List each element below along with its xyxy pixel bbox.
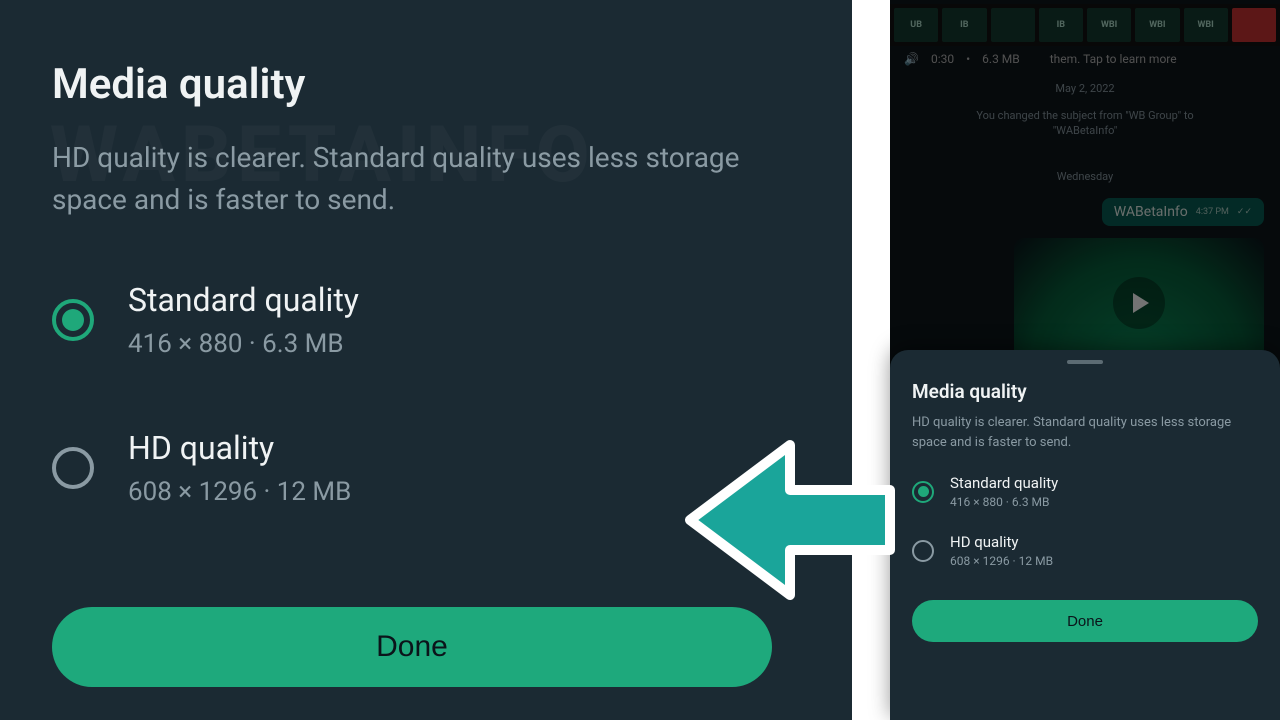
option-label: HD quality [128,429,351,467]
play-icon [1133,293,1149,313]
thumb-icon: WBI [1184,8,1228,42]
day-label: Wednesday [1057,170,1114,183]
thumb-icon: WBI [1087,8,1131,42]
media-quality-sheet: Media quality HD quality is clearer. Sta… [890,350,1280,720]
arrow-left-icon [670,430,910,610]
dialog-title: Media quality [52,60,800,109]
audio-time: 0:30 [931,52,954,66]
option-label: Standard quality [128,281,359,319]
option-text: Standard quality 416 × 880 · 6.3 MB [950,474,1058,509]
option-standard[interactable]: Standard quality 416 × 880 · 6.3 MB [52,281,800,359]
audio-meta: 🔊 0:30 • 6.3 MB them. Tap to learn more [904,52,1177,66]
radio-selected-icon [52,299,94,341]
date-label: May 2, 2022 [1055,82,1114,95]
bubble-text: WABetaInfo [1114,204,1188,220]
thumb-icon [991,8,1035,42]
bubble-time: 4:37 PM [1196,207,1229,217]
media-thumbnail[interactable] [1014,238,1264,368]
option-detail: 608 × 1296 · 12 MB [950,554,1053,568]
radio-unselected-icon [52,447,94,489]
sheet-option-standard[interactable]: Standard quality 416 × 880 · 6.3 MB [912,474,1258,509]
option-detail: 608 × 1296 · 12 MB [128,477,351,507]
dot: • [966,52,970,66]
thumb-icon: IB [1039,8,1083,42]
banner-text: them. Tap to learn more [1050,52,1177,66]
radio-unselected-icon [912,540,934,562]
thumb-icon: IB [942,8,986,42]
message-bubble[interactable]: WABetaInfo 4:37 PM ✓✓ [1102,198,1264,226]
thumb-icon: WBI [1135,8,1179,42]
option-label: Standard quality [950,474,1058,492]
system-message: You changed the subject from "WB Group" … [945,108,1225,139]
check-icon: ✓✓ [1237,207,1252,217]
chat-preview-panel: UB IB IB WBI WBI WBI 🔊 0:30 • 6.3 MB the… [890,0,1280,720]
option-detail: 416 × 880 · 6.3 MB [128,329,359,359]
thumbnail-strip: UB IB IB WBI WBI WBI [890,4,1280,46]
sheet-title: Media quality [912,380,1258,403]
done-button[interactable]: Done [52,607,772,687]
sheet-subtitle: HD quality is clearer. Standard quality … [912,413,1258,452]
media-quality-dialog: WABETAINFO Media quality HD quality is c… [0,0,852,720]
audio-size: 6.3 MB [982,52,1020,66]
sheet-handle[interactable] [1067,360,1103,364]
option-text: HD quality 608 × 1296 · 12 MB [950,533,1053,568]
thumb-icon [1232,8,1276,42]
sheet-option-hd[interactable]: HD quality 608 × 1296 · 12 MB [912,533,1258,568]
option-label: HD quality [950,533,1053,551]
panel-gap [852,0,890,720]
sheet-done-button[interactable]: Done [912,600,1258,642]
option-detail: 416 × 880 · 6.3 MB [950,495,1058,509]
radio-selected-icon [912,481,934,503]
option-text: Standard quality 416 × 880 · 6.3 MB [128,281,359,359]
option-text: HD quality 608 × 1296 · 12 MB [128,429,351,507]
speaker-icon: 🔊 [904,52,919,66]
thumb-icon: UB [894,8,938,42]
dialog-subtitle: HD quality is clearer. Standard quality … [52,137,800,221]
play-button[interactable] [1113,277,1165,329]
